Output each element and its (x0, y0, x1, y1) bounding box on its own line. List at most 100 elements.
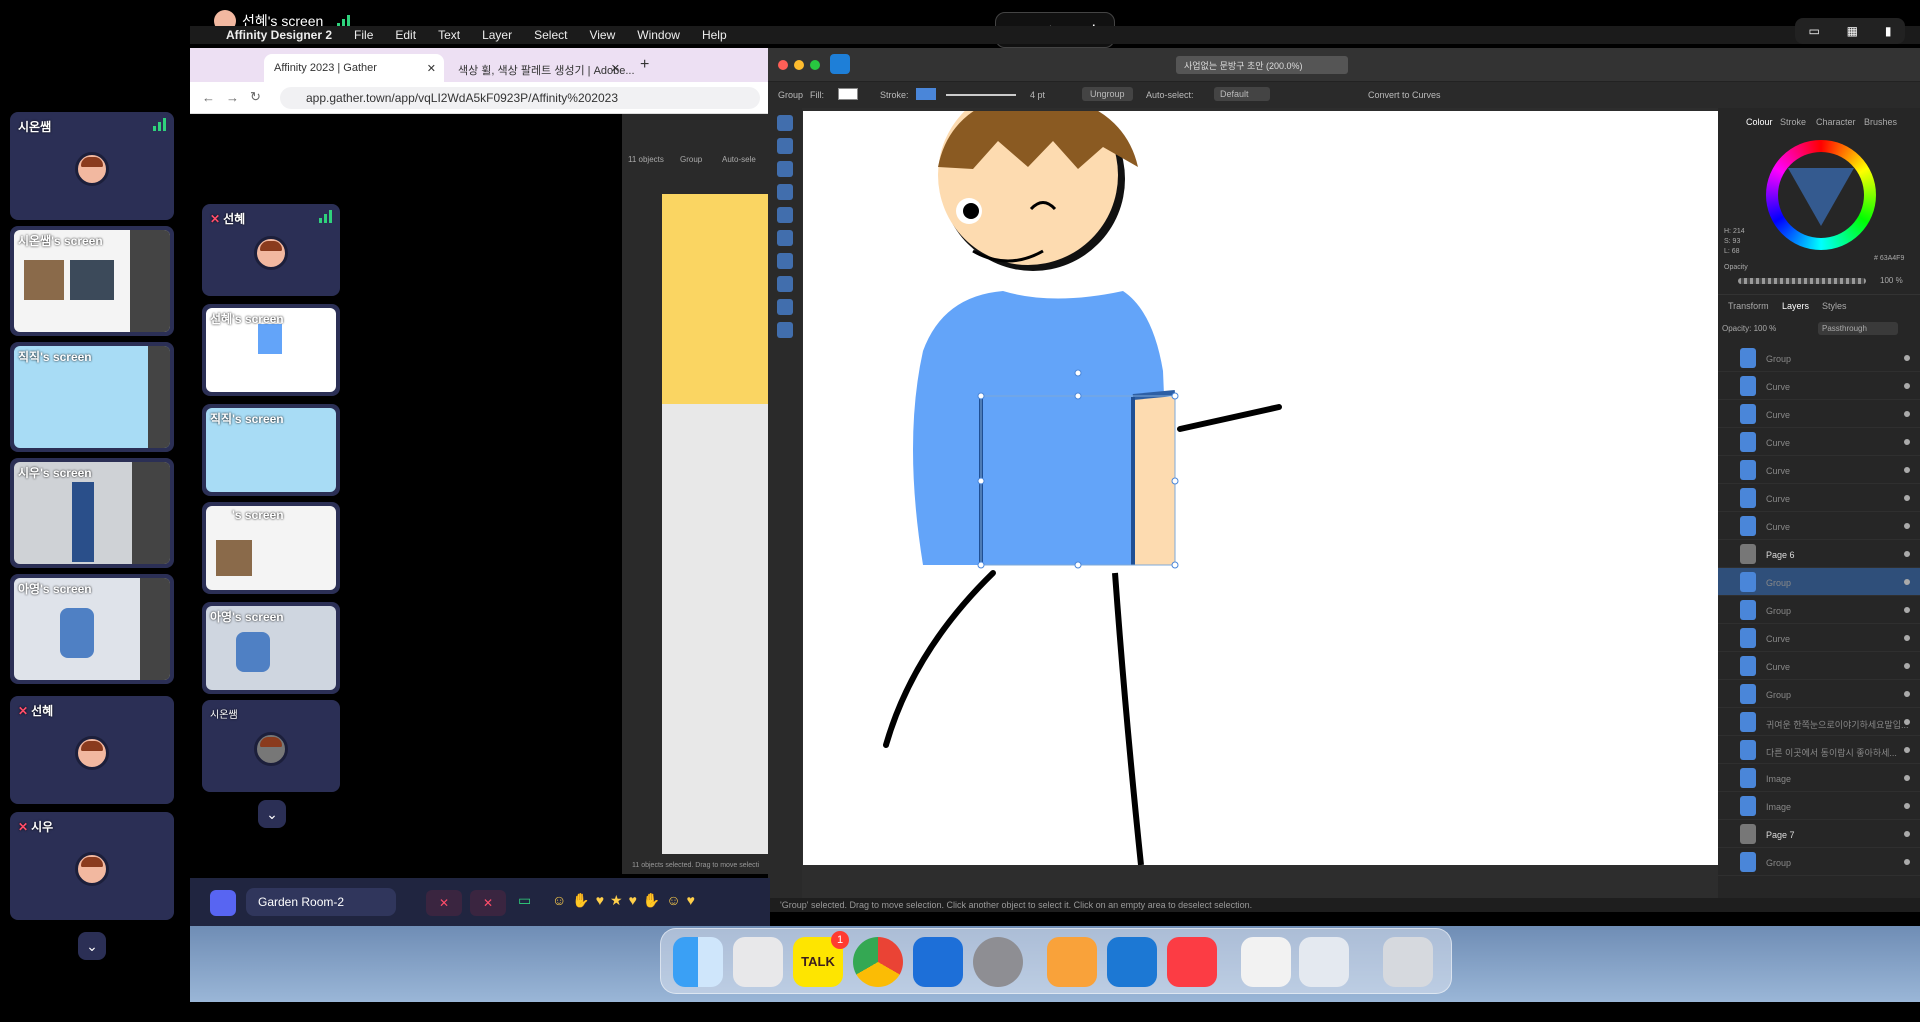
chrome-icon[interactable] (853, 937, 903, 987)
tile-siu-screen[interactable]: 시우's screen (10, 458, 174, 568)
visibility-toggle[interactable] (1904, 495, 1910, 501)
monitor-icon[interactable]: ▭ (1808, 24, 1819, 38)
ellipse-tool-icon[interactable] (777, 276, 793, 292)
menu-layer[interactable]: Layer (482, 28, 512, 42)
tab-colour[interactable]: Colour (1746, 117, 1773, 127)
layer-row[interactable]: 귀여운 한쪽눈으로이야기하세요말입... (1718, 708, 1920, 736)
visibility-toggle[interactable] (1904, 439, 1910, 445)
layer-row[interactable]: Page 6 (1718, 540, 1920, 568)
layer-row[interactable]: Image (1718, 792, 1920, 820)
stroke-swatch[interactable] (916, 88, 936, 100)
tab-layers[interactable]: Layers (1782, 301, 1809, 311)
close-icon[interactable]: ✕ (427, 62, 436, 75)
visibility-toggle[interactable] (1904, 691, 1910, 697)
drawing-canvas[interactable] (803, 85, 1718, 866)
launchpad-icon[interactable] (733, 937, 783, 987)
app-name[interactable]: Affinity Designer 2 (226, 28, 332, 42)
crop-tool-icon[interactable] (777, 230, 793, 246)
opacity-slider[interactable] (1738, 278, 1866, 284)
visibility-toggle[interactable] (1904, 383, 1910, 389)
tab-stroke[interactable]: Stroke (1780, 117, 1806, 127)
stroke-width-slider[interactable] (946, 94, 1016, 96)
finder-icon[interactable] (673, 937, 723, 987)
visibility-toggle[interactable] (1904, 859, 1910, 865)
tile-sunhye[interactable]: ✕ 선혜 (10, 696, 174, 804)
ungroup-button[interactable]: Ungroup (1082, 87, 1133, 101)
chevron-down-icon[interactable]: ⌄ (258, 800, 286, 828)
text-tool-icon[interactable] (777, 299, 793, 315)
layer-opacity[interactable]: Opacity: 100 % (1722, 324, 1776, 333)
system-settings-icon[interactable] (973, 937, 1023, 987)
layer-row[interactable]: Curve (1718, 512, 1920, 540)
layer-row[interactable]: Page 7 (1718, 820, 1920, 848)
menu-help[interactable]: Help (702, 28, 727, 42)
visibility-toggle[interactable] (1904, 411, 1910, 417)
visibility-toggle[interactable] (1904, 523, 1910, 529)
screen-share-icon[interactable]: ▭ (518, 892, 531, 909)
layer-row[interactable]: Curve (1718, 624, 1920, 652)
tile-siu[interactable]: ✕ 시우 (10, 812, 174, 920)
camera-off-icon[interactable]: ✕ (470, 890, 506, 916)
brush-tool-icon[interactable] (777, 184, 793, 200)
visibility-toggle[interactable] (1904, 551, 1910, 557)
grid-icon[interactable]: ▦ (1847, 24, 1858, 38)
chevron-down-icon[interactable]: ⌄ (78, 932, 106, 960)
menu-select[interactable]: Select (534, 28, 567, 42)
affinity-designer-icon[interactable] (1107, 937, 1157, 987)
zoom-tool-icon[interactable] (777, 322, 793, 338)
tile-ayoung-screen[interactable]: 아영's screen (10, 574, 174, 684)
layer-row[interactable]: Curve (1718, 428, 1920, 456)
freeform-icon[interactable] (913, 937, 963, 987)
fill-tool-icon[interactable] (777, 207, 793, 223)
layer-row[interactable]: Curve (1718, 484, 1920, 512)
tile-sunhye-screen[interactable]: 선혜's screen (202, 304, 340, 396)
visibility-toggle[interactable] (1904, 719, 1910, 725)
address-input[interactable]: app.gather.town/app/vqLI2WdA5kF0923P/Aff… (280, 87, 760, 109)
close-window-icon[interactable] (778, 60, 788, 70)
music-icon[interactable] (1167, 937, 1217, 987)
node-tool-icon[interactable] (777, 138, 793, 154)
tile-sunhye-mid[interactable]: ✕ 선혜 (202, 204, 340, 296)
layer-row[interactable]: 다른 이곳에서 동이람시 좋아하세... (1718, 736, 1920, 764)
tile-ayoung-screen-mid[interactable]: 아영's screen (202, 602, 340, 694)
opacity-value[interactable]: 100 % (1880, 276, 1903, 285)
color-wheel[interactable] (1766, 140, 1876, 250)
layer-row[interactable]: Group (1718, 848, 1920, 876)
tile-sion[interactable]: 시온쌤 (10, 112, 174, 220)
close-icon[interactable]: ✕ (611, 62, 620, 75)
gather-logo-icon[interactable] (210, 890, 236, 916)
zoom-window-icon[interactable] (810, 60, 820, 70)
visibility-toggle[interactable] (1904, 775, 1910, 781)
visibility-toggle[interactable] (1904, 579, 1910, 585)
layer-row[interactable]: Curve (1718, 652, 1920, 680)
back-icon[interactable]: ← (202, 90, 215, 105)
mic-off-icon[interactable]: ✕ (426, 890, 462, 916)
tab-character[interactable]: Character (1816, 117, 1856, 127)
tab-styles[interactable]: Styles (1822, 301, 1847, 311)
layer-row[interactable]: Image (1718, 764, 1920, 792)
menu-view[interactable]: View (589, 28, 615, 42)
visibility-toggle[interactable] (1904, 663, 1910, 669)
autoselect-dropdown[interactable]: Default (1214, 87, 1270, 101)
move-tool-icon[interactable] (777, 115, 793, 131)
layer-row[interactable]: Curve (1718, 400, 1920, 428)
document-preview-icon[interactable] (1241, 937, 1291, 987)
designer-persona-icon[interactable] (830, 54, 850, 74)
browser-preview-icon[interactable] (1299, 937, 1349, 987)
reload-icon[interactable]: ↻ (250, 89, 261, 105)
tab-brushes[interactable]: Brushes (1864, 117, 1897, 127)
menu-text[interactable]: Text (438, 28, 460, 42)
tile-jikjik-screen-mid[interactable]: 직직's screen (202, 404, 340, 496)
book-icon[interactable]: ▮ (1885, 24, 1892, 38)
visibility-toggle[interactable] (1904, 803, 1910, 809)
visibility-toggle[interactable] (1904, 467, 1910, 473)
minimize-icon[interactable] (794, 60, 804, 70)
menu-file[interactable]: File (354, 28, 373, 42)
tile-jikjik-screen[interactable]: 직직's screen (10, 342, 174, 452)
visibility-toggle[interactable] (1904, 607, 1910, 613)
layer-row[interactable]: Group (1718, 596, 1920, 624)
layer-row[interactable]: Curve (1718, 372, 1920, 400)
menu-edit[interactable]: Edit (395, 28, 416, 42)
layer-row[interactable]: Curve (1718, 456, 1920, 484)
new-tab-icon[interactable]: + (640, 56, 649, 74)
